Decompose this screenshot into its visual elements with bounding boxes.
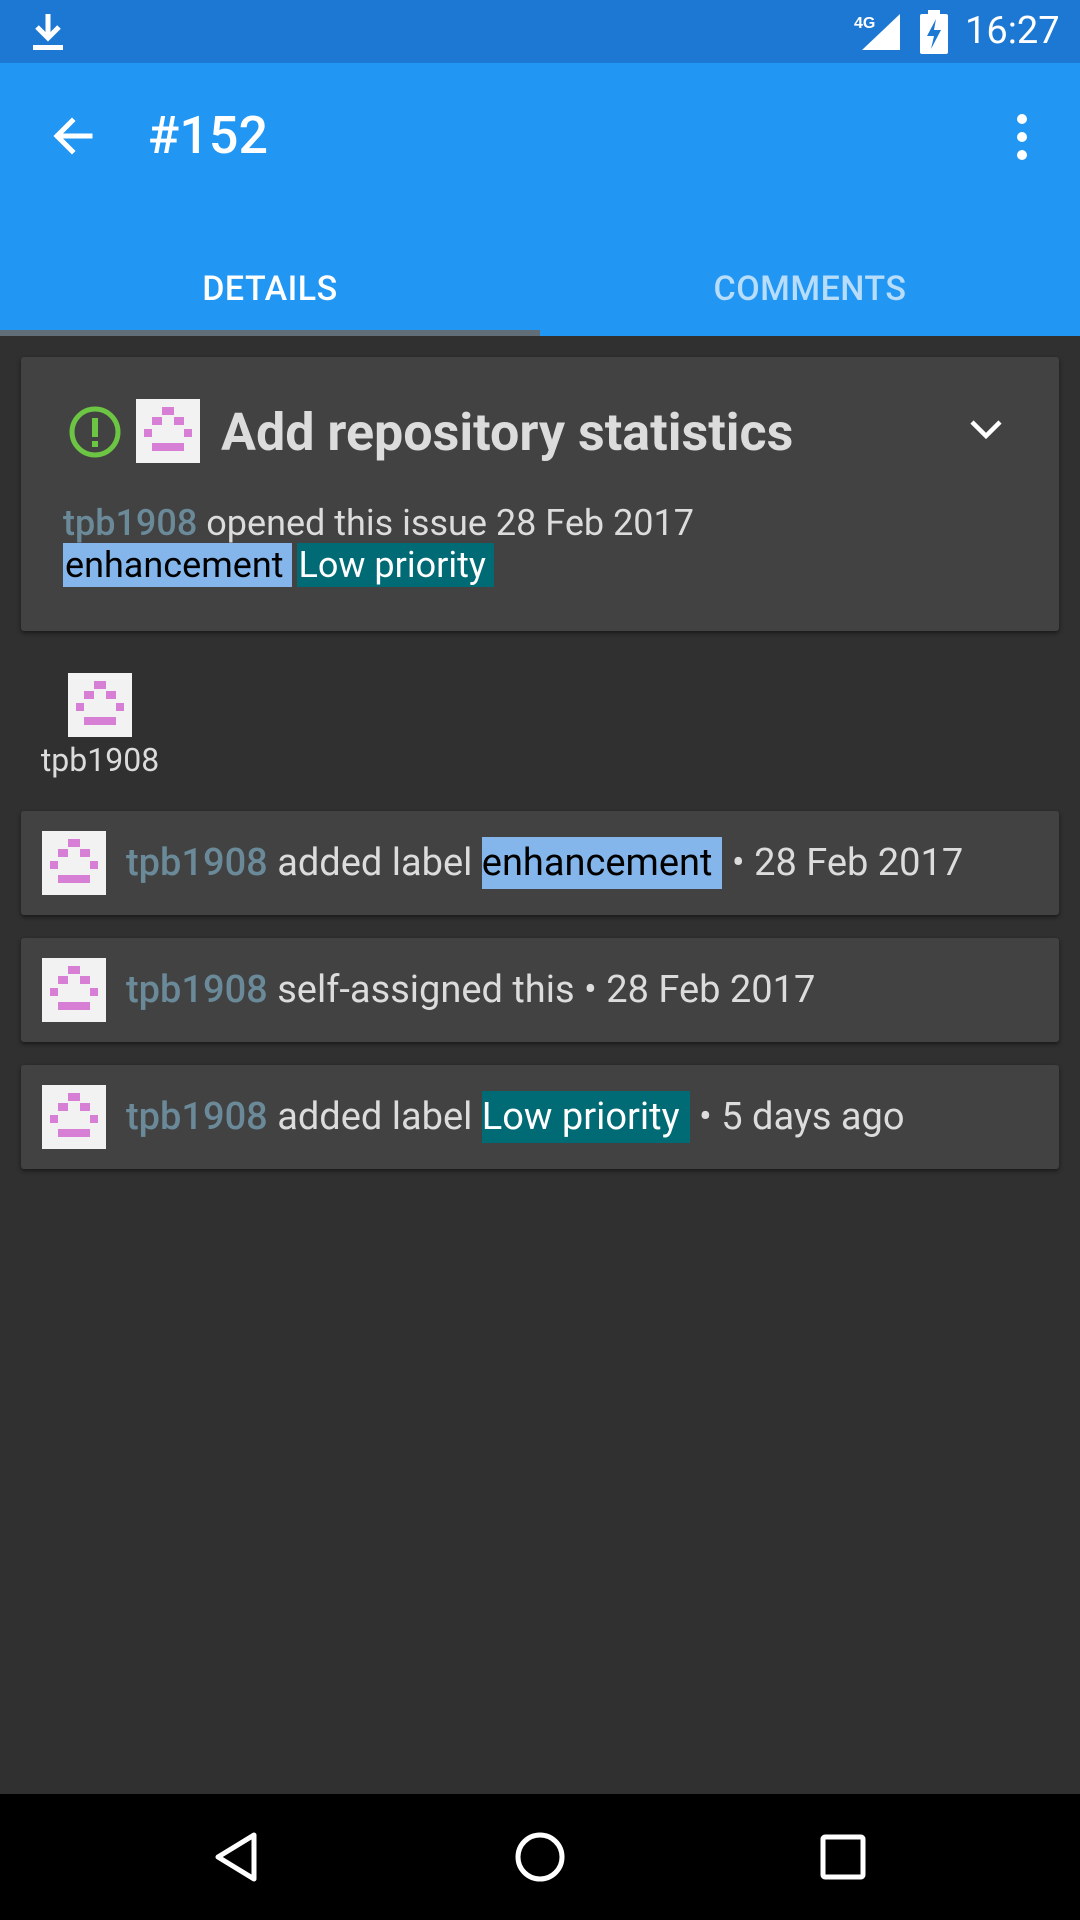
identicon-icon bbox=[50, 1093, 98, 1137]
event-time: • 28 Feb 2017 bbox=[722, 841, 964, 885]
app-bar: #152 DETAILS COMMENTS bbox=[0, 63, 1080, 336]
status-time: 16:27 bbox=[965, 9, 1060, 53]
nav-back-icon[interactable] bbox=[210, 1829, 266, 1885]
event-action: self-assigned this • 28 Feb 2017 bbox=[267, 968, 816, 1012]
tab-comments[interactable]: COMMENTS bbox=[540, 243, 1080, 335]
avatar[interactable] bbox=[42, 831, 106, 895]
issue-opened-info: tpb1908 opened this issue 28 Feb 2017 bbox=[63, 499, 694, 547]
event-time: • 5 days ago bbox=[689, 1095, 905, 1139]
issue-labels: enhancement Low priority bbox=[63, 543, 494, 587]
issue-title: Add repository statistics bbox=[221, 402, 794, 463]
timeline-event: tpb1908 added label Low priority • 5 day… bbox=[21, 1065, 1059, 1169]
label-enhancement[interactable]: enhancement bbox=[481, 837, 723, 889]
event-text: tpb1908 self-assigned this • 28 Feb 2017 bbox=[126, 964, 815, 1016]
system-nav-bar bbox=[0, 1794, 1080, 1920]
page-title: #152 bbox=[148, 105, 269, 166]
issue-open-icon bbox=[69, 406, 121, 458]
issue-header-card: Add repository statistics tpb1908 opened… bbox=[21, 357, 1059, 631]
chevron-down-icon[interactable] bbox=[966, 409, 1006, 449]
tab-details[interactable]: DETAILS bbox=[0, 243, 540, 335]
event-user-link[interactable]: tpb1908 bbox=[126, 968, 268, 1012]
nav-home-icon[interactable] bbox=[512, 1829, 568, 1885]
event-user-link[interactable]: tpb1908 bbox=[126, 841, 268, 885]
avatar[interactable] bbox=[42, 1085, 106, 1149]
more-vert-icon[interactable] bbox=[1004, 109, 1040, 165]
label-low-priority[interactable]: Low priority bbox=[296, 543, 494, 587]
assignee-avatar[interactable] bbox=[68, 673, 132, 737]
battery-charging-icon bbox=[920, 10, 948, 54]
event-user-link[interactable]: tpb1908 bbox=[126, 1095, 268, 1139]
event-action: added label bbox=[267, 841, 482, 885]
identicon-icon bbox=[76, 681, 124, 725]
event-text: tpb1908 added label enhancement • 28 Feb… bbox=[126, 837, 963, 889]
download-icon bbox=[33, 14, 63, 50]
event-action: added label bbox=[267, 1095, 482, 1139]
label-enhancement[interactable]: enhancement bbox=[63, 543, 292, 587]
identicon-icon bbox=[50, 966, 98, 1010]
timeline-event: tpb1908 added label enhancement • 28 Feb… bbox=[21, 811, 1059, 915]
timeline-event: tpb1908 self-assigned this • 28 Feb 2017 bbox=[21, 938, 1059, 1042]
arrow-back-icon[interactable] bbox=[48, 111, 98, 161]
opened-text: opened this issue 28 Feb 2017 bbox=[197, 502, 695, 544]
avatar[interactable] bbox=[136, 399, 200, 463]
avatar[interactable] bbox=[42, 958, 106, 1022]
status-bar: 4G 16:27 bbox=[0, 0, 1080, 63]
assignee-name: tpb1908 bbox=[40, 741, 160, 779]
nav-recents-icon[interactable] bbox=[815, 1829, 871, 1885]
svg-text:4G: 4G bbox=[854, 15, 875, 32]
tab-indicator bbox=[0, 330, 540, 336]
issue-author-link[interactable]: tpb1908 bbox=[63, 502, 197, 544]
identicon-icon bbox=[144, 407, 192, 451]
label-low-priority[interactable]: Low priority bbox=[481, 1091, 690, 1143]
event-text: tpb1908 added label Low priority • 5 day… bbox=[126, 1091, 905, 1143]
signal-icon: 4G bbox=[854, 14, 900, 50]
identicon-icon bbox=[50, 839, 98, 883]
